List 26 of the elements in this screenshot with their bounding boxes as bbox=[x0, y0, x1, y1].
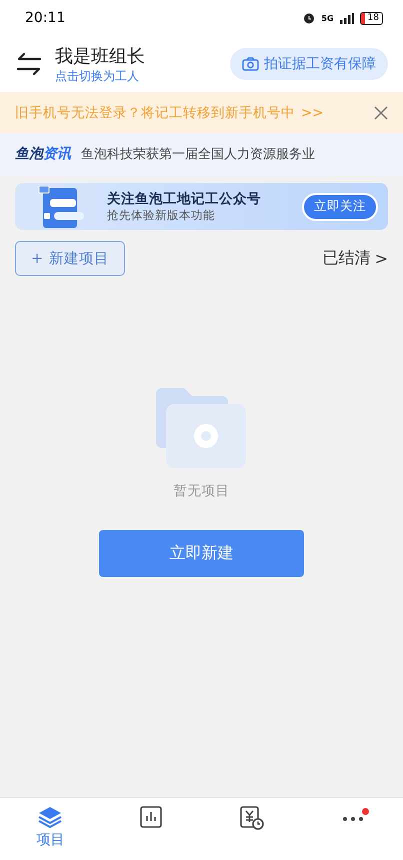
camera-icon bbox=[242, 57, 259, 71]
banner-subtitle: 抢先体验新版本功能 bbox=[107, 208, 216, 223]
clock-time: 20:11 bbox=[25, 10, 66, 26]
network-label: 5G bbox=[321, 14, 334, 22]
layers-icon bbox=[38, 806, 62, 828]
signal-icon bbox=[340, 12, 354, 24]
close-icon[interactable] bbox=[374, 106, 388, 120]
alarm-icon bbox=[303, 12, 316, 24]
news-headline[interactable]: 鱼泡科技荣获第一届全国人力资源服务业 bbox=[81, 145, 315, 163]
follow-button[interactable]: 立即关注 bbox=[302, 192, 378, 220]
settled-link[interactable]: 已结清 > bbox=[322, 248, 388, 269]
empty-message: 暂无项目 bbox=[174, 482, 230, 500]
new-project-button[interactable]: + 新建项目 bbox=[15, 241, 126, 276]
empty-folder-icon bbox=[156, 386, 248, 470]
create-now-button[interactable]: 立即新建 bbox=[99, 530, 304, 577]
evidence-button[interactable]: 拍证据工资有保障 bbox=[230, 48, 388, 80]
yen-clock-icon bbox=[240, 806, 264, 830]
chart-icon bbox=[140, 806, 162, 828]
switch-role-link[interactable]: 点击切换为工人 bbox=[55, 68, 218, 84]
follow-banner[interactable]: 关注鱼泡工地记工公众号 抢先体验新版本功能 立即关注 bbox=[15, 183, 388, 230]
switch-icon[interactable] bbox=[15, 51, 43, 77]
role-title: 我是班组长 bbox=[55, 44, 146, 68]
more-icon bbox=[342, 816, 364, 822]
news-brand: 鱼泡资讯 bbox=[15, 145, 71, 163]
battery-level: 18 bbox=[360, 12, 383, 24]
banner-title: 关注鱼泡工地记工公众号 bbox=[107, 190, 262, 208]
